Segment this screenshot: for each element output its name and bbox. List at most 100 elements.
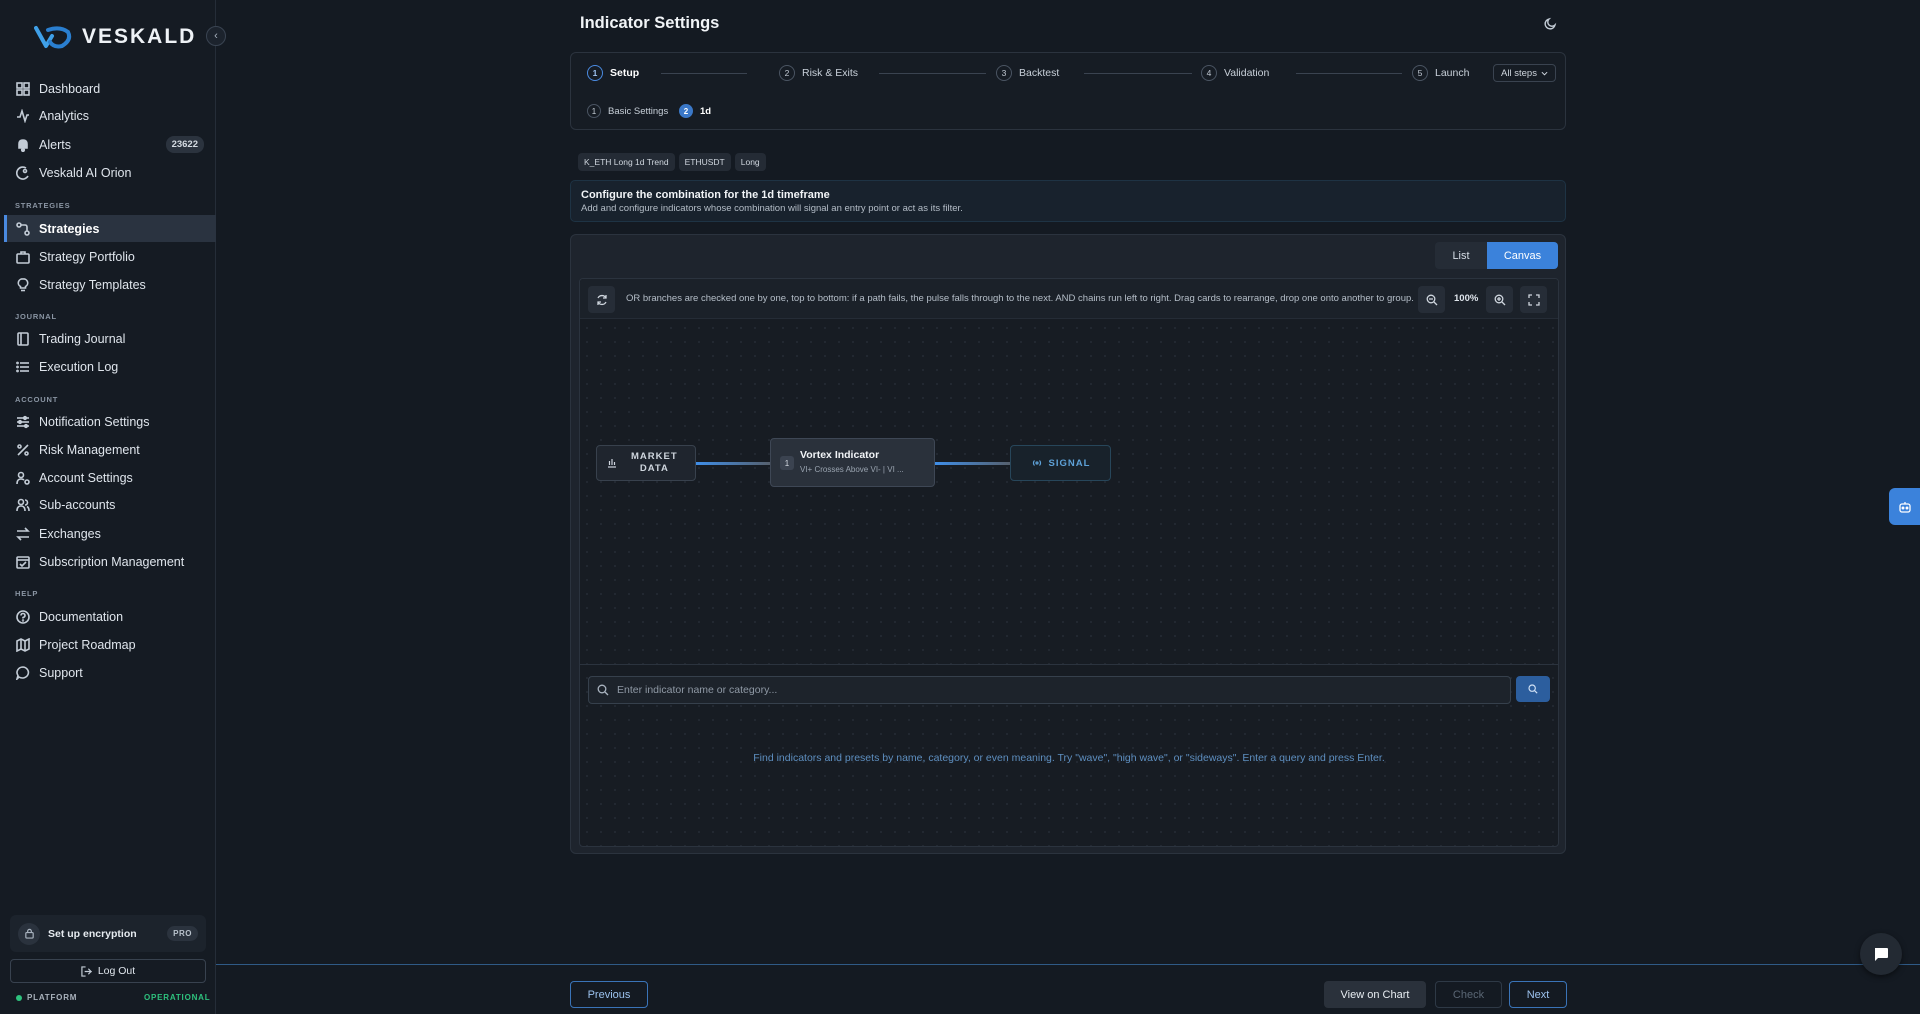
check-button[interactable]: Check bbox=[1435, 981, 1502, 1008]
alerts-count-badge: 23622 bbox=[165, 136, 204, 153]
step-validation[interactable]: 4 Validation bbox=[1201, 65, 1269, 81]
sidebar-item-label: Exchanges bbox=[39, 526, 101, 541]
sidebar-item-notification-settings[interactable]: Notification Settings bbox=[4, 408, 216, 435]
substep-number: 2 bbox=[679, 104, 693, 118]
help-circle-icon bbox=[16, 609, 30, 624]
sidebar-item-project-roadmap[interactable]: Project Roadmap bbox=[4, 631, 216, 658]
sidebar-item-label: Account Settings bbox=[39, 470, 133, 485]
sidebar-item-execution-log[interactable]: Execution Log bbox=[4, 353, 216, 380]
market-data-node[interactable]: MARKET DATA bbox=[596, 445, 696, 481]
robot-icon bbox=[1898, 501, 1911, 513]
step-label: Backtest bbox=[1019, 67, 1060, 79]
logout-button[interactable]: Log Out bbox=[10, 959, 206, 983]
chat-bubble-icon bbox=[16, 665, 30, 680]
sidebar-item-dashboard[interactable]: Dashboard bbox=[4, 75, 216, 102]
indicator-panel: List Canvas OR branches are checked one … bbox=[570, 234, 1566, 854]
section-label-journal: JOURNAL bbox=[15, 312, 57, 321]
sidebar-item-analytics[interactable]: Analytics bbox=[4, 102, 216, 129]
logout-label: Log Out bbox=[97, 965, 136, 977]
sidebar-item-label: Sub-accounts bbox=[39, 497, 116, 512]
substep-label: Basic Settings bbox=[608, 105, 669, 117]
step-label: Launch bbox=[1435, 67, 1470, 79]
substep-1d[interactable]: 2 1d bbox=[679, 104, 711, 118]
sidebar-item-label: Strategy Portfolio bbox=[39, 249, 135, 264]
sidebar-item-documentation[interactable]: Documentation bbox=[4, 603, 216, 630]
chat-launcher-button[interactable] bbox=[1860, 933, 1902, 975]
zoom-in-button[interactable] bbox=[1486, 286, 1513, 313]
sidebar-item-account-settings[interactable]: Account Settings bbox=[4, 464, 216, 491]
sidebar-item-strategy-templates[interactable]: Strategy Templates bbox=[4, 271, 216, 298]
moon-icon bbox=[1544, 17, 1557, 30]
sidebar-item-support[interactable]: Support bbox=[4, 659, 216, 686]
lightbulb-icon bbox=[17, 277, 29, 291]
search-submit-button[interactable] bbox=[1516, 676, 1550, 702]
sidebar-item-trading-journal[interactable]: Trading Journal bbox=[4, 325, 216, 352]
list-view-button[interactable]: List bbox=[1435, 242, 1487, 269]
sidebar-item-risk-management[interactable]: Risk Management bbox=[4, 436, 216, 463]
previous-button[interactable]: Previous bbox=[570, 981, 648, 1008]
user-cog-icon bbox=[16, 471, 30, 485]
platform-status-value: OPERATIONAL bbox=[144, 993, 211, 1002]
step-number: 5 bbox=[1412, 65, 1428, 81]
platform-label: PLATFORM bbox=[27, 993, 78, 1002]
market-data-label: MARKET DATA bbox=[631, 451, 678, 475]
canvas-toolbar: OR branches are checked one by one, top … bbox=[580, 279, 1558, 319]
sidebar-item-label: Risk Management bbox=[39, 442, 140, 457]
strategy-name-tag: K_ETH Long 1d Trend bbox=[578, 153, 675, 171]
all-steps-dropdown[interactable]: All steps bbox=[1493, 64, 1556, 82]
step-risk-exits[interactable]: 2 Risk & Exits bbox=[779, 65, 858, 81]
view-on-chart-button[interactable]: View on Chart bbox=[1324, 981, 1426, 1008]
all-steps-label: All steps bbox=[1501, 67, 1537, 79]
zoom-out-icon bbox=[1426, 294, 1437, 305]
collapse-sidebar-button[interactable]: ‹ bbox=[206, 26, 226, 46]
info-title: Configure the combination for the 1d tim… bbox=[581, 189, 830, 201]
step-connector bbox=[879, 73, 986, 74]
search-placeholder: Enter indicator name or category... bbox=[617, 684, 778, 696]
indicator-canvas[interactable]: OR branches are checked one by one, top … bbox=[579, 278, 1559, 847]
chat-bubble-icon bbox=[1875, 947, 1888, 961]
edge-indicator-to-signal bbox=[935, 462, 1010, 465]
lock-icon bbox=[18, 922, 40, 945]
sidebar-item-label: Execution Log bbox=[39, 359, 119, 374]
sidebar-item-strategy-portfolio[interactable]: Strategy Portfolio bbox=[4, 243, 216, 270]
step-connector bbox=[661, 73, 747, 74]
next-button[interactable]: Next bbox=[1509, 981, 1567, 1008]
refresh-icon bbox=[596, 294, 607, 305]
sidebar-item-veskald-ai-orion[interactable]: Veskald AI Orion bbox=[4, 159, 216, 186]
zoom-level: 100% bbox=[1454, 293, 1479, 304]
canvas-view-button[interactable]: Canvas bbox=[1487, 242, 1558, 269]
theme-toggle-button[interactable] bbox=[1544, 16, 1558, 35]
sidebar-item-alerts[interactable]: Alerts 23622 bbox=[4, 131, 216, 158]
brand-logo[interactable]: VESKALD bbox=[34, 24, 196, 50]
sidebar-item-label: Subscription Management bbox=[39, 554, 185, 569]
step-backtest[interactable]: 3 Backtest bbox=[996, 65, 1059, 81]
sidebar-item-sub-accounts[interactable]: Sub-accounts bbox=[4, 491, 216, 518]
sidebar: VESKALD ‹ Dashboard Analytics Alerts 236… bbox=[0, 0, 226, 1014]
market-data-line2: DATA bbox=[639, 463, 669, 474]
sidebar-item-subscription-management[interactable]: Subscription Management bbox=[4, 548, 216, 575]
signal-node[interactable]: SIGNAL bbox=[1010, 445, 1111, 481]
sidebar-item-strategies[interactable]: Strategies bbox=[4, 215, 216, 242]
status-dot-icon bbox=[16, 994, 22, 1001]
zoom-out-button[interactable] bbox=[1418, 286, 1445, 313]
setup-encryption-card[interactable]: Set up encryption PRO bbox=[10, 915, 206, 952]
briefcase-icon bbox=[16, 250, 30, 264]
platform-status: PLATFORM bbox=[16, 993, 77, 1002]
substep-basic-settings[interactable]: 1 Basic Settings bbox=[587, 104, 668, 118]
substep-label: 1d bbox=[700, 105, 712, 117]
indicator-node-vortex[interactable]: 1 Vortex Indicator VI+ Crosses Above VI-… bbox=[770, 438, 935, 487]
sidebar-item-exchanges[interactable]: Exchanges bbox=[4, 520, 216, 547]
sidebar-item-label: Strategy Templates bbox=[39, 277, 146, 292]
sidebar-item-label: Documentation bbox=[39, 609, 124, 624]
step-number: 2 bbox=[779, 65, 795, 81]
indicator-search-input[interactable]: Enter indicator name or category... bbox=[588, 676, 1511, 704]
sidebar-item-label: Notification Settings bbox=[39, 414, 150, 429]
ai-assistant-tab[interactable] bbox=[1889, 488, 1920, 525]
step-launch[interactable]: 5 Launch bbox=[1412, 65, 1469, 81]
sidebar-item-label: Analytics bbox=[39, 108, 90, 123]
step-setup[interactable]: 1 Setup bbox=[587, 65, 639, 81]
info-subtitle: Add and configure indicators whose combi… bbox=[581, 203, 963, 214]
indicator-title: Vortex Indicator bbox=[800, 449, 880, 461]
fullscreen-button[interactable] bbox=[1520, 286, 1547, 313]
refresh-button[interactable] bbox=[588, 286, 615, 313]
